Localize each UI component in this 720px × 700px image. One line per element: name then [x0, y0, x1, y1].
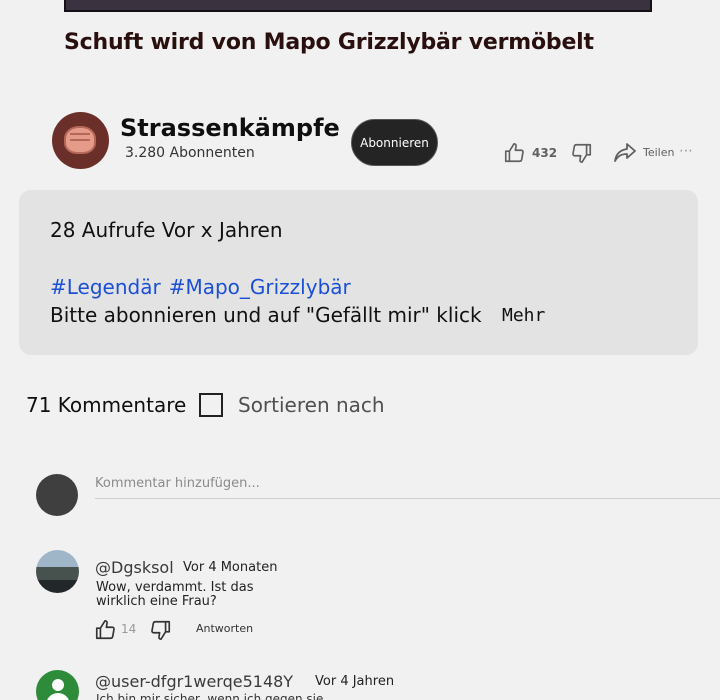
description-box[interactable]: 28 Aufrufe Vor x Jahren #Legendär #Mapo_G… [19, 190, 698, 355]
views-and-date: 28 Aufrufe Vor x Jahren [50, 218, 283, 242]
thumbs-up-icon [94, 619, 116, 641]
commenter-avatar[interactable] [36, 550, 79, 593]
show-more-button[interactable]: Mehr [502, 305, 545, 326]
hashtag-link[interactable]: #Mapo_Grizzlybär [169, 275, 351, 299]
like-button[interactable]: 432 [503, 142, 557, 164]
share-button[interactable]: Teilen [613, 141, 674, 163]
comment-count: 71 Kommentare [26, 393, 187, 417]
comment-dislike-button[interactable] [150, 619, 172, 641]
comment-text: Wow, verdammt. Ist das wirklich eine Fra… [96, 580, 254, 609]
channel-name[interactable]: Strassenkämpfe [120, 114, 340, 142]
channel-avatar[interactable] [52, 112, 109, 169]
hashtag-link[interactable]: #Legendär [50, 275, 161, 299]
subscribe-button[interactable]: Abonnieren [351, 119, 438, 166]
sort-label[interactable]: Sortieren nach [238, 393, 385, 417]
comment-author[interactable]: @Dgsksol [95, 558, 174, 577]
comment-time: Vor 4 Monaten [183, 560, 278, 575]
hashtags: #Legendär #Mapo_Grizzlybär [50, 275, 359, 299]
thumbs-up-icon [503, 142, 525, 164]
reply-button[interactable]: Antworten [196, 622, 253, 635]
input-underline [95, 498, 720, 499]
add-comment-input[interactable]: Kommentar hinzufügen... [95, 476, 260, 491]
video-player[interactable] [64, 0, 652, 12]
thumbs-down-icon [150, 619, 172, 641]
sort-checkbox[interactable] [199, 393, 223, 417]
dislike-button[interactable] [571, 142, 593, 164]
share-arrow-icon [613, 141, 637, 163]
video-title: Schuft wird von Mapo Grizzlybär vermöbel… [64, 30, 594, 55]
fist-icon [64, 126, 96, 154]
default-avatar-icon[interactable] [36, 670, 79, 700]
more-horizontal-icon[interactable]: ⋯ [679, 143, 694, 159]
comment-author[interactable]: @user-dfgr1werqe5148Y [95, 672, 293, 691]
thumbs-down-icon [571, 142, 593, 164]
user-avatar [36, 474, 78, 516]
description-text: Bitte abonnieren und auf "Gefällt mir" k… [50, 303, 482, 327]
comment-like-count: 14 [121, 622, 137, 636]
comment-like-button[interactable] [94, 619, 116, 641]
subscriber-count: 3.280 Abonnenten [125, 145, 255, 161]
share-label: Teilen [643, 145, 675, 159]
comment-time: Vor 4 Jahren [315, 674, 395, 689]
comment-text: Ich bin mir sicher, wenn ich gegen sie [96, 692, 324, 700]
like-count: 432 [532, 146, 558, 160]
